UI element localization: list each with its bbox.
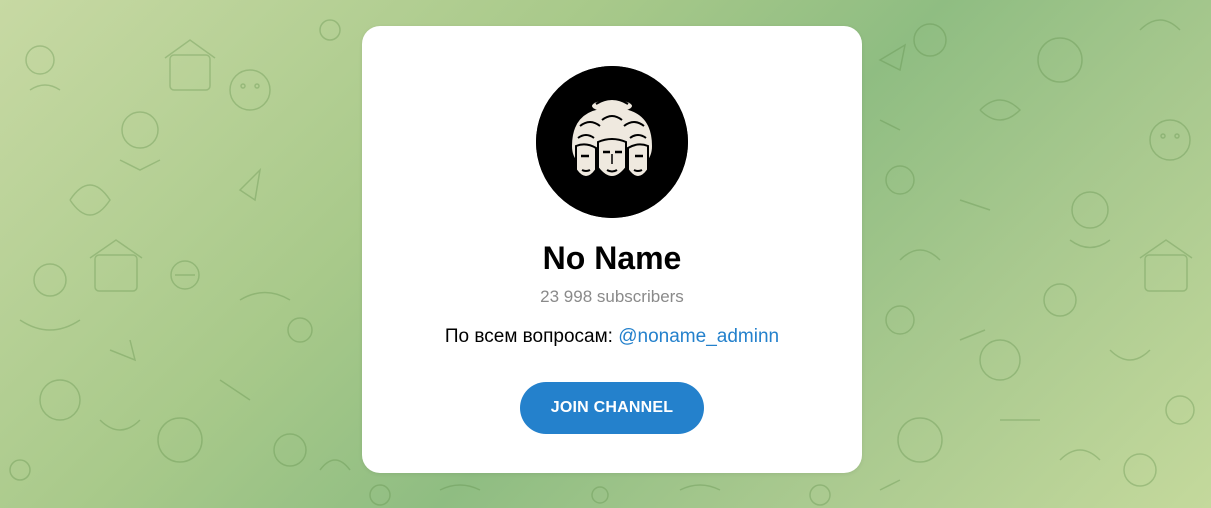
admin-mention-link[interactable]: @noname_adminn (618, 326, 779, 347)
join-channel-button[interactable]: JOIN CHANNEL (520, 382, 704, 434)
three-faced-head-icon (536, 66, 688, 218)
channel-title: No Name (542, 240, 682, 276)
channel-description: По всем вопросам: @noname_adminn (362, 325, 862, 349)
subscriber-count: 23 998 subscribers (540, 287, 684, 306)
description-text: По всем вопросам: (444, 326, 619, 347)
channel-card: No Name 23 998 subscribers По всем вопро… (362, 26, 862, 473)
channel-avatar (536, 66, 688, 218)
